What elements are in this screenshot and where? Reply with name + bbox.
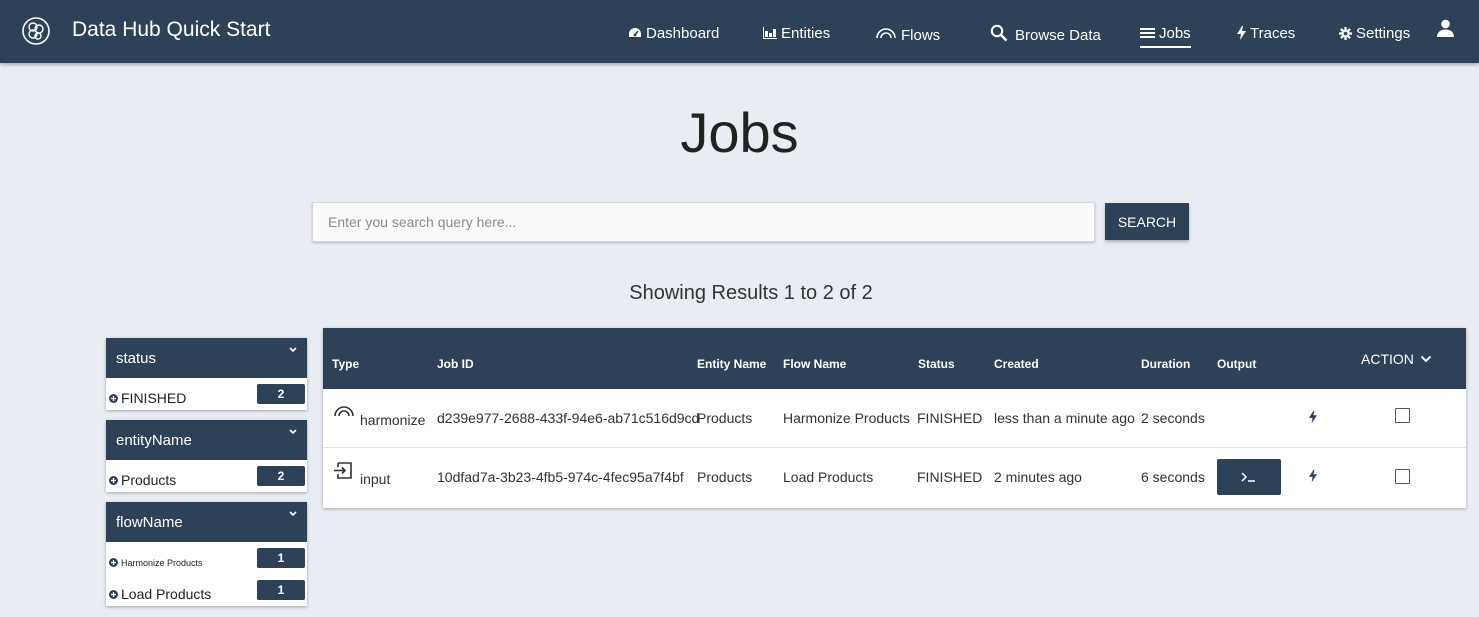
- chevron-down-icon: [289, 511, 297, 517]
- search-button[interactable]: SEARCH: [1105, 203, 1189, 240]
- job-created: less than a minute ago: [994, 410, 1135, 426]
- job-id[interactable]: 10dfad7a-3b23-4fb5-974c-4fec95a7f4bf: [437, 469, 684, 485]
- facet-status: status FINISHED 2: [106, 338, 307, 410]
- nav-traces-label: Traces: [1250, 24, 1296, 42]
- output-button[interactable]: [1217, 459, 1281, 495]
- entities-icon: [763, 26, 777, 39]
- jobs-table: Type Job ID Entity Name Flow Name Status…: [323, 328, 1466, 508]
- job-status: FINISHED: [917, 410, 983, 426]
- facet-header[interactable]: flowName: [106, 502, 307, 542]
- table-header: Type Job ID Entity Name Flow Name Status…: [323, 328, 1466, 389]
- column-header-duration[interactable]: Duration: [1141, 357, 1190, 371]
- results-count: Showing Results 1 to 2 of 2: [629, 282, 873, 304]
- nav-settings-label: Settings: [1356, 24, 1411, 42]
- facet-item[interactable]: Products 2: [106, 460, 307, 492]
- chevron-down-icon: [289, 347, 297, 353]
- table-row[interactable]: input 10dfad7a-3b23-4fb5-974c-4fec95a7f4…: [323, 448, 1466, 506]
- action-label: ACTION: [1361, 351, 1414, 367]
- facet-item-count: 1: [257, 548, 305, 568]
- facet-title: status: [116, 349, 157, 367]
- column-header-job-id[interactable]: Job ID: [437, 357, 474, 371]
- column-header-created[interactable]: Created: [994, 357, 1039, 371]
- row-checkbox[interactable]: [1395, 469, 1410, 484]
- column-header-status[interactable]: Status: [918, 357, 955, 371]
- entity-name: Products: [697, 410, 753, 426]
- nav-browse-data[interactable]: Browse Data: [990, 20, 1101, 46]
- facet-header[interactable]: entityName: [106, 420, 307, 460]
- plus-circle-icon[interactable]: [109, 558, 118, 567]
- nav-jobs[interactable]: Jobs: [1140, 20, 1191, 48]
- nav-settings[interactable]: Settings: [1339, 20, 1410, 46]
- top-navbar: Data Hub Quick Start Dashboard Entities …: [0, 0, 1479, 63]
- job-duration: 2 seconds: [1141, 410, 1205, 426]
- facet-flow-name: flowName Harmonize Products 1 Load Produ…: [106, 502, 307, 606]
- entity-name: Products: [697, 469, 753, 485]
- plus-circle-icon[interactable]: [109, 590, 118, 599]
- facet-item-label[interactable]: Products: [121, 472, 176, 488]
- harmonize-icon: [334, 406, 354, 417]
- column-header-entity-name[interactable]: Entity Name: [697, 357, 766, 371]
- job-status: FINISHED: [917, 469, 983, 485]
- bolt-icon[interactable]: [1309, 410, 1317, 424]
- chevron-down-icon: [1420, 355, 1432, 363]
- chevron-down-icon: [289, 429, 297, 435]
- facet-header[interactable]: status: [106, 338, 307, 378]
- flow-name: Load Products: [783, 469, 874, 485]
- facet-item-label[interactable]: Harmonize Products: [121, 558, 203, 568]
- terminal-icon: [1241, 472, 1255, 482]
- nav-traces[interactable]: Traces: [1237, 20, 1295, 46]
- job-type: input: [360, 471, 391, 487]
- column-header-type[interactable]: Type: [332, 357, 359, 371]
- nav-flows-label: Flows: [901, 26, 941, 44]
- dashboard-icon: [629, 28, 641, 37]
- gear-icon: [1339, 26, 1352, 40]
- facet-entity-name: entityName Products 2: [106, 420, 307, 492]
- plus-circle-icon[interactable]: [109, 394, 118, 403]
- search-icon: [990, 24, 1008, 42]
- bolt-icon: [1237, 26, 1246, 40]
- job-type: harmonize: [360, 412, 426, 428]
- facet-item-count: 1: [257, 580, 305, 600]
- nav-entities-label: Entities: [781, 24, 831, 42]
- nav-browse-data-label: Browse Data: [1015, 26, 1101, 44]
- job-duration: 6 seconds: [1141, 469, 1205, 485]
- action-dropdown[interactable]: ACTION: [1361, 351, 1432, 367]
- row-checkbox[interactable]: [1395, 408, 1410, 423]
- facet-title: entityName: [116, 431, 192, 449]
- nav-dashboard-label: Dashboard: [646, 24, 720, 42]
- facet-item-label[interactable]: Load Products: [121, 586, 211, 602]
- table-row[interactable]: harmonize d239e977-2688-433f-94e6-ab71c5…: [323, 389, 1466, 448]
- input-icon: [334, 462, 352, 479]
- facet-item[interactable]: Harmonize Products 1: [106, 542, 307, 574]
- flows-icon: [876, 28, 896, 39]
- data-hub-logo-icon[interactable]: [22, 17, 50, 45]
- facet-item-count: 2: [257, 466, 305, 486]
- nav-jobs-label: Jobs: [1159, 24, 1191, 42]
- bolt-icon[interactable]: [1309, 469, 1317, 483]
- facet-item-label[interactable]: FINISHED: [121, 390, 186, 406]
- nav-entities[interactable]: Entities: [762, 20, 830, 46]
- job-created: 2 minutes ago: [994, 469, 1082, 485]
- column-header-flow-name[interactable]: Flow Name: [783, 357, 846, 371]
- flow-name: Harmonize Products: [783, 410, 910, 426]
- column-header-output[interactable]: Output: [1217, 357, 1256, 371]
- nav-flows[interactable]: Flows: [875, 20, 940, 46]
- search-input[interactable]: [312, 202, 1095, 242]
- app-title[interactable]: Data Hub Quick Start: [72, 18, 270, 42]
- page-title: Jobs: [680, 101, 799, 164]
- facet-title: flowName: [116, 513, 183, 531]
- job-id[interactable]: d239e977-2688-433f-94e6-ab71c516d9cd: [437, 410, 699, 426]
- facet-item-count: 2: [257, 384, 305, 404]
- facet-item[interactable]: FINISHED 2: [106, 378, 307, 410]
- user-icon[interactable]: [1437, 19, 1454, 37]
- jobs-icon: [1140, 28, 1155, 38]
- facet-item[interactable]: Load Products 1: [106, 574, 307, 606]
- nav-dashboard[interactable]: Dashboard: [628, 20, 719, 46]
- plus-circle-icon[interactable]: [109, 476, 118, 485]
